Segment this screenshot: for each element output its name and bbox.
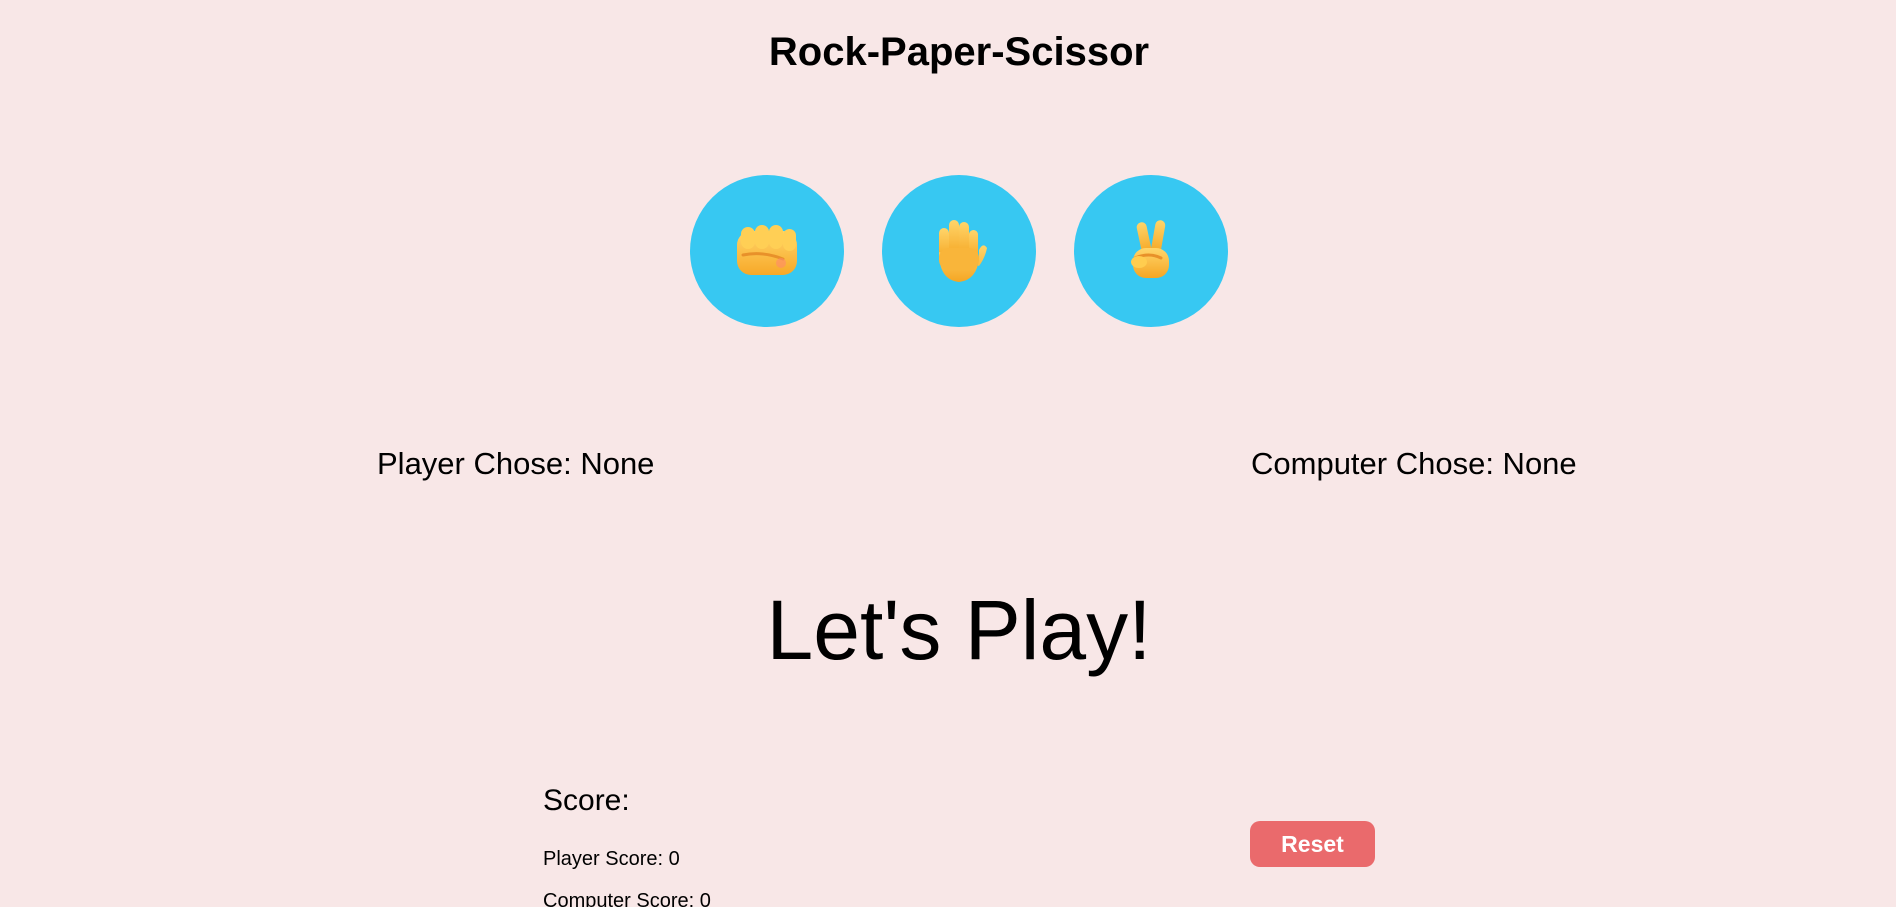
victory-hand-icon [1131, 220, 1169, 278]
reset-button[interactable]: Reset [1250, 821, 1375, 867]
page-title: Rock-Paper-Scissor [768, 30, 1150, 74]
computer-score: Computer Score: 0 [543, 890, 711, 907]
game-status: Let's Play! [766, 583, 1152, 677]
score-heading: Score: [543, 784, 630, 817]
fist-icon [737, 225, 797, 275]
player-score: Player Score: 0 [543, 848, 680, 870]
scissor-button[interactable] [1074, 175, 1228, 327]
raised-hand-icon [939, 220, 987, 282]
computer-choice-text: Computer Chose: None [1251, 446, 1577, 481]
game-page: Rock-Paper-Scissor Player Chose: None Co… [0, 0, 1896, 907]
player-choice-text: Player Chose: None [377, 446, 655, 481]
paper-button[interactable] [882, 175, 1036, 327]
rock-button[interactable] [690, 175, 844, 327]
